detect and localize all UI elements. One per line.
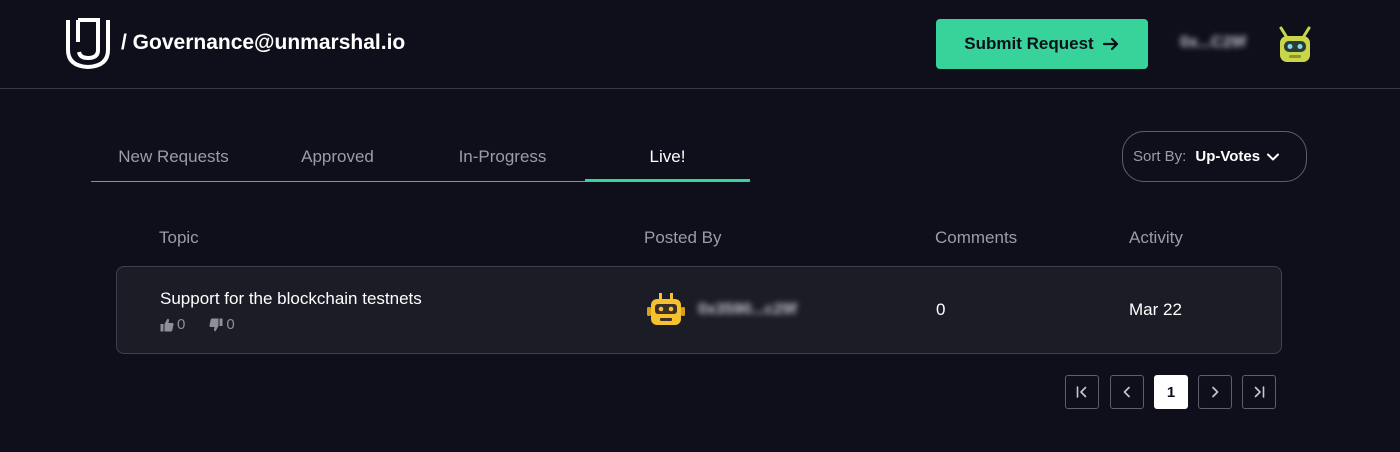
sort-dropdown[interactable]: Sort By: Up-Votes [1122,131,1307,182]
column-header-posted-by: Posted By [644,228,722,247]
first-page-icon [1076,386,1087,398]
next-page-button[interactable] [1198,375,1232,409]
topic-title[interactable]: Support for the blockchain testnets [160,289,422,309]
tab-new-requests[interactable]: New Requests [91,132,256,182]
upvote-button[interactable]: 0 [160,316,185,333]
wallet-address[interactable]: 0x...C29f [1180,34,1246,52]
arrow-right-icon [1102,37,1118,51]
upvote-count: 0 [177,316,186,333]
sort-label: Sort By: [1133,148,1187,165]
poster-avatar-icon [647,293,685,325]
chevron-down-icon [1267,153,1280,160]
chevron-left-icon [1123,386,1130,398]
submit-request-label: Submit Request [964,34,1094,53]
page-button-current[interactable]: 1 [1154,375,1188,409]
downvote-button[interactable]: 0 [209,316,235,333]
previous-page-button[interactable] [1110,375,1144,409]
sort-value: Up-Votes [1195,148,1261,165]
table-row[interactable]: Support for the blockchain testnets 0 0 … [116,266,1282,354]
user-avatar-icon[interactable] [1276,24,1314,64]
tab-in-progress[interactable]: In-Progress [420,132,585,182]
unmarshal-logo[interactable] [64,16,112,70]
thumbs-down-icon [209,318,223,331]
vote-controls: 0 0 [160,316,259,333]
column-header-topic: Topic [159,228,199,247]
comment-count: 0 [936,300,946,319]
submit-request-button[interactable]: Submit Request [936,19,1148,69]
last-page-icon [1254,386,1265,398]
last-page-button[interactable] [1242,375,1276,409]
active-tab-indicator [585,179,750,182]
first-page-button[interactable] [1065,375,1099,409]
page-title: / Governance@unmarshal.io [121,31,406,54]
column-header-comments: Comments [935,228,1018,247]
downvote-count: 0 [226,316,235,333]
tab-live[interactable]: Live! [585,132,750,182]
tab-approved[interactable]: Approved [255,132,420,182]
thumbs-up-icon [160,318,174,331]
column-header-activity: Activity [1129,228,1183,247]
top-header: / Governance@unmarshal.io Submit Request… [0,0,1400,89]
chevron-right-icon [1212,386,1219,398]
poster-address[interactable]: 0x3590...c29f [698,301,797,319]
activity-date: Mar 22 [1129,300,1182,319]
status-tabs: New Requests Approved In-Progress Live! [91,132,750,182]
